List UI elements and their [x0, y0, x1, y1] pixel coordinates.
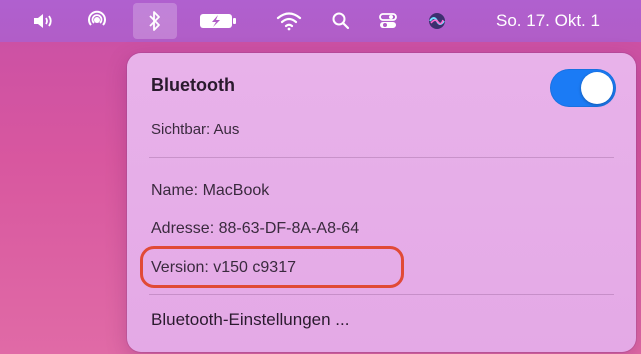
menu-clock[interactable]: So. 17. Okt. 1	[496, 0, 600, 42]
divider	[149, 157, 614, 158]
airplay-icon[interactable]	[80, 0, 114, 42]
toggle-knob	[581, 72, 613, 104]
divider	[149, 294, 614, 295]
spotlight-search-icon[interactable]	[326, 0, 356, 42]
bluetooth-menu-title: Bluetooth	[151, 75, 235, 95]
version-highlight-circle	[140, 246, 404, 288]
wifi-icon[interactable]	[272, 0, 306, 42]
visibility-status: Sichtbar: Aus	[151, 121, 240, 138]
device-name: Name: MacBook	[151, 182, 270, 199]
menu-bar: So. 17. Okt. 1	[0, 0, 641, 42]
battery-charging-icon[interactable]	[195, 0, 241, 42]
bluetooth-settings-item[interactable]: Bluetooth-Einstellungen ...	[151, 310, 349, 330]
bluetooth-toggle[interactable]	[550, 69, 616, 107]
siri-icon[interactable]	[421, 0, 453, 42]
bluetooth-menu: Bluetooth Sichtbar: Aus Name: MacBook Ad…	[127, 53, 636, 352]
control-center-icon[interactable]	[373, 0, 403, 42]
device-address: Adresse: 88-63-DF-8A-A8-64	[151, 220, 360, 237]
volume-icon[interactable]	[28, 0, 62, 42]
bluetooth-icon[interactable]	[133, 3, 177, 39]
